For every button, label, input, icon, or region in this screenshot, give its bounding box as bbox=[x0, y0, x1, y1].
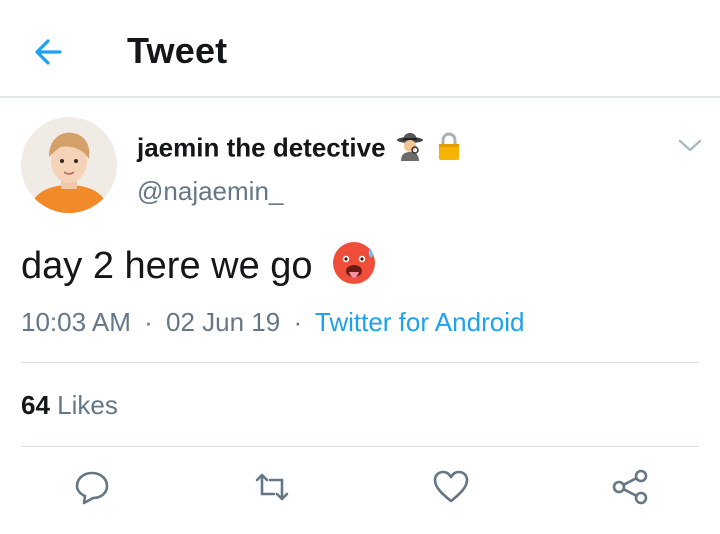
hot-face-emoji bbox=[331, 240, 377, 296]
top-bar: Tweet bbox=[0, 0, 720, 98]
lock-icon bbox=[434, 131, 464, 168]
retweet-icon[interactable] bbox=[252, 468, 292, 506]
share-icon[interactable] bbox=[610, 468, 650, 506]
divider bbox=[21, 446, 699, 447]
tweet-text-content: day 2 here we go bbox=[21, 245, 313, 287]
likes-number: 64 bbox=[21, 390, 50, 420]
likes-count[interactable]: 64 Likes bbox=[21, 390, 118, 421]
tweet-text: day 2 here we go bbox=[21, 240, 377, 296]
tweet-time: 10:03 AM bbox=[21, 307, 131, 337]
likes-label: Likes bbox=[57, 390, 118, 420]
like-icon[interactable] bbox=[431, 468, 471, 506]
avatar[interactable] bbox=[21, 117, 117, 213]
tweet-meta: 10:03 AM · 02 Jun 19 · Twitter for Andro… bbox=[21, 307, 524, 338]
chevron-down-icon[interactable] bbox=[676, 134, 704, 156]
divider bbox=[21, 362, 699, 363]
display-name-text: jaemin the detective bbox=[137, 132, 386, 163]
page-title: Tweet bbox=[127, 30, 228, 71]
author-handle[interactable]: @najaemin_ bbox=[137, 176, 283, 207]
tweet-date: 02 Jun 19 bbox=[166, 307, 281, 337]
reply-icon[interactable] bbox=[72, 468, 112, 506]
arrow-left-icon[interactable] bbox=[30, 34, 70, 70]
tweet-source-link[interactable]: Twitter for Android bbox=[315, 307, 525, 337]
author-name[interactable]: jaemin the detective bbox=[137, 131, 464, 168]
detective-emoji bbox=[395, 131, 425, 168]
meta-separator: · bbox=[144, 307, 153, 337]
meta-separator: · bbox=[293, 307, 303, 337]
